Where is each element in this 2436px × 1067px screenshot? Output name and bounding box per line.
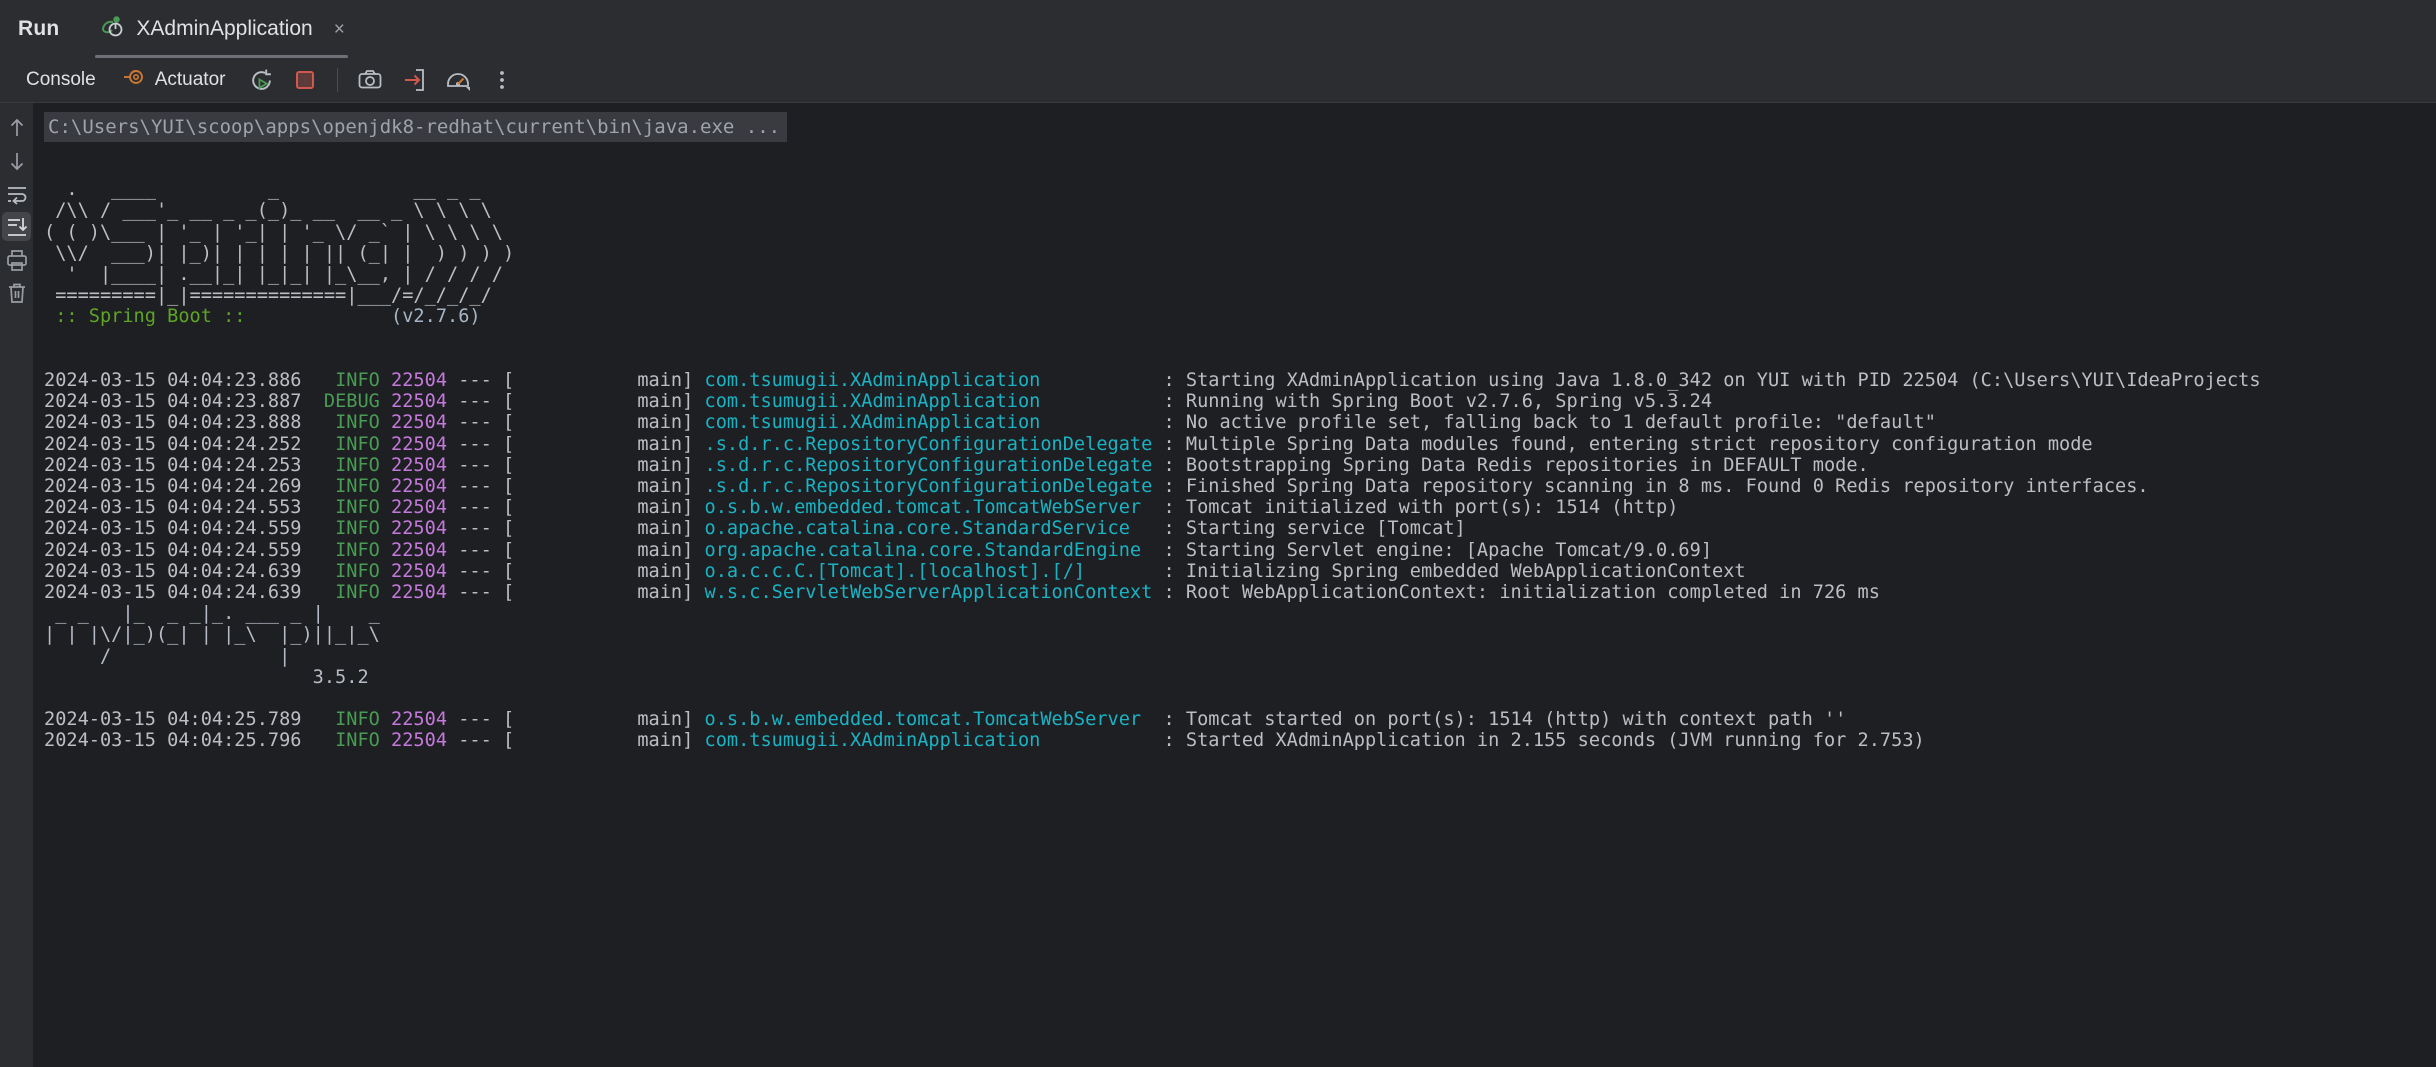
stop-button[interactable]: [288, 63, 322, 97]
log-line: 2024-03-15 04:04:23.888 INFO 22504 --- […: [44, 412, 1936, 434]
console-gutter-toolbar: [0, 103, 33, 1067]
spring-banner-line: =========|_|==============|___/=/_/_/_/: [44, 285, 492, 307]
console-output[interactable]: C:\Users\YUI\scoop\apps\openjdk8-redhat\…: [33, 103, 2436, 1067]
console-body: C:\Users\YUI\scoop\apps\openjdk8-redhat\…: [0, 102, 2436, 1067]
soft-wrap-icon[interactable]: [2, 179, 31, 208]
log-line: 2024-03-15 04:04:24.269 INFO 22504 --- […: [44, 476, 2149, 497]
actuator-icon: [122, 65, 146, 95]
log-line: 2024-03-15 04:04:24.553 INFO 22504 --- […: [44, 497, 1679, 519]
spring-boot-version-line: :: Spring Boot :: (v2.7.6): [44, 306, 481, 328]
log-line: 2024-03-15 04:04:24.559 INFO 22504 --- […: [44, 518, 1466, 540]
scroll-to-end-icon[interactable]: [2, 212, 31, 241]
run-configuration-tab[interactable]: XAdminApplication ×: [81, 0, 361, 58]
mybatis-banner-line: | | |\/|_)(_| | |_\ |_)||_|_\: [44, 624, 380, 646]
spring-banner-line: ' |____| .__|_| |_|_| |_\__, | / / / /: [44, 264, 503, 285]
tab-actuator-label: Actuator: [154, 69, 226, 90]
print-icon[interactable]: [2, 245, 31, 274]
gauge-icon[interactable]: [441, 63, 475, 97]
tab-console[interactable]: Console: [10, 69, 112, 91]
mybatis-banner-line: / |: [44, 645, 291, 667]
log-line: 2024-03-15 04:04:24.639 INFO 22504 --- […: [44, 560, 1746, 582]
more-vertical-icon[interactable]: [485, 63, 519, 97]
mybatis-banner-line: _ _ |_ _ _|_. ___ _ | _: [44, 603, 380, 625]
mybatis-banner-line: 3.5.2: [44, 666, 369, 688]
trash-icon[interactable]: [2, 278, 31, 307]
spring-banner-line: . ____ _ __ _ _: [44, 179, 481, 201]
log-line: 2024-03-15 04:04:24.639 INFO 22504 --- […: [44, 582, 1880, 604]
close-icon[interactable]: ×: [334, 20, 345, 39]
camera-icon[interactable]: [353, 63, 387, 97]
log-line: 2024-03-15 04:04:24.252 INFO 22504 --- […: [44, 433, 2093, 455]
arrow-up-icon[interactable]: [2, 113, 31, 142]
run-tool-window-label: Run: [18, 17, 60, 40]
command-line-path: C:\Users\YUI\scoop\apps\openjdk8-redhat\…: [44, 112, 788, 142]
log-line: 2024-03-15 04:04:25.796 INFO 22504 --- […: [44, 730, 1925, 752]
spring-banner-line: \\/ ___)| |_)| | | | | || (_| | ) ) ) ): [44, 242, 515, 264]
thread-dump-icon[interactable]: [397, 63, 431, 97]
rerun-button[interactable]: [244, 63, 278, 97]
log-line: 2024-03-15 04:04:24.559 INFO 22504 --- […: [44, 539, 1713, 561]
run-tab-title: XAdminApplication: [136, 17, 313, 40]
toolbar-divider: [337, 68, 339, 92]
log-line: 2024-03-15 04:04:25.789 INFO 22504 --- […: [44, 709, 1847, 731]
log-line: 2024-03-15 04:04:24.253 INFO 22504 --- […: [44, 454, 1869, 476]
log-line: 2024-03-15 04:04:23.887 DEBUG 22504 --- …: [44, 391, 1713, 413]
console-log-content: . ____ _ __ _ _ /\\ / ___'_ __ _ _(_)_ _…: [44, 158, 2436, 752]
tab-actuator[interactable]: Actuator: [112, 65, 240, 95]
run-tab-bar: Run XAdminApplication ×: [0, 0, 2436, 58]
spring-banner-line: /\\ / ___'_ __ _ _(_)_ __ __ _ \ \ \ \: [44, 200, 492, 222]
run-tool-window: Run XAdminApplication × Console Actuator…: [0, 0, 2436, 1067]
console-toolbar: Console Actuator: [0, 58, 2436, 102]
spring-banner-line: ( ( )\___ | '_ | '_| | '_ \/ _` | \ \ \ …: [44, 221, 503, 243]
log-line: 2024-03-15 04:04:23.886 INFO 22504 --- […: [44, 369, 2261, 391]
arrow-down-icon[interactable]: [2, 146, 31, 175]
spring-run-config-icon: [99, 13, 125, 45]
